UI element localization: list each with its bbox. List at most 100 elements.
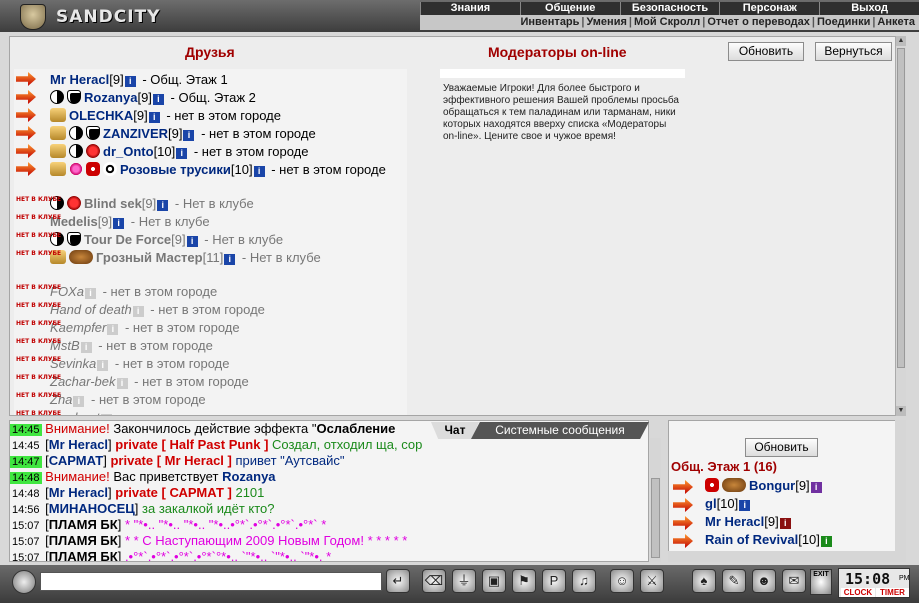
info-icon[interactable]: i [80,342,92,353]
friend-row[interactable]: Розовые трусики[10] i - нет в этом городе [14,161,386,179]
chat-time[interactable]: 14:48 [10,488,42,500]
chat-author[interactable]: Mr Heracl [49,485,108,500]
friend-name[interactable]: ZANZIVER [103,126,168,141]
chat-time[interactable]: 15:07 [10,536,42,548]
friend-name[interactable]: dr_Onto [103,144,154,159]
info-icon[interactable]: i [97,360,109,371]
friend-row[interactable]: НЕТ В КЛУБЕ Hand of death i - нет в этом г… [14,301,265,319]
chat-time[interactable]: 15:07 [10,552,42,561]
chat-time[interactable]: 14:48 [10,472,42,484]
clock-button[interactable]: CLOCK [841,588,875,597]
chat-private-target[interactable]: private [ Mr Heracl ] [110,453,235,468]
online-refresh-button[interactable]: Обновить [745,438,818,457]
friend-row[interactable]: НЕТ В КЛУБЕzamboati - нет в этом городе [14,409,233,415]
submenu-5[interactable]: Анкета [877,16,915,28]
info-icon[interactable]: i [810,482,822,493]
menu-4[interactable]: Выход [819,2,919,15]
menu-2[interactable]: Безопасность [619,2,720,15]
location-title[interactable]: Общ. Этаж 1 (16) [671,459,777,474]
online-user-name[interactable]: Mr Heracl [705,514,764,529]
friend-name[interactable]: Tour De Force [84,232,171,247]
submenu-1[interactable]: Умения [587,16,627,28]
friend-row[interactable]: ZANZIVER[9] i - нет в этом городе [14,125,316,143]
friend-row[interactable]: OLECHKA[9] i - нет в этом городе [14,107,281,125]
music-icon[interactable]: ♫ [572,569,596,593]
menu-0[interactable]: Знания [420,2,520,15]
submenu-3[interactable]: Отчет о переводах [707,16,810,28]
friend-row[interactable]: НЕТ В КЛУБЕ Zachar-bek i - нет в этом горо… [14,373,249,391]
info-icon[interactable]: i [113,218,125,229]
mask-icon[interactable]: ☻ [752,569,776,593]
friend-name[interactable]: Mr Heracl [50,72,109,87]
friend-name[interactable]: Розовые трусики [120,162,231,177]
scroll-up-icon[interactable]: ▲ [896,36,906,46]
private-icon[interactable]: P [542,569,566,593]
chat-time[interactable]: 14:45 [10,440,42,452]
friend-row[interactable]: Rozanya[9] i - Общ. Этаж 2 [14,89,256,107]
info-icon[interactable]: i [148,112,160,123]
online-scrollbar[interactable] [895,420,906,562]
friend-row[interactable]: НЕТ В КЛУБЕ Blind sek[9] i - Нет в клубе [14,195,254,213]
info-icon[interactable]: i [739,500,751,511]
filter-icon[interactable]: ⏚ [452,569,476,593]
bag-icon[interactable]: ✉ [782,569,806,593]
info-icon[interactable]: i [107,324,119,335]
online-user[interactable]: Rain of Revival[10] i [669,531,835,549]
info-icon[interactable]: i [176,148,188,159]
chat-time[interactable]: 14:45 [10,424,42,436]
friend-row[interactable]: НЕТ В КЛУБЕ FOXa i - нет в этом городе [14,283,217,301]
friend-row[interactable]: НЕТ В КЛУБЕ Tour De Force[9] i - Нет в клу… [14,231,283,249]
menu-3[interactable]: Персонаж [719,2,819,15]
clan-icon[interactable]: ⚔ [640,569,664,593]
send-icon[interactable]: ↵ [386,569,410,593]
online-user-name[interactable]: Rain of Revival [705,532,798,547]
chat-input[interactable] [40,572,382,591]
submenu-0[interactable]: Инвентарь [521,16,580,28]
chat-scrollbar[interactable] [650,438,661,562]
friend-row[interactable]: dr_Onto[10] i - нет в этом городе [14,143,308,161]
online-user[interactable]: Bongur[9] i [669,477,825,495]
speaker-icon[interactable] [12,570,36,594]
friend-row[interactable]: Mr Heracl[9] i - Общ. Этаж 1 [14,71,228,89]
online-horizontal-scrollbar[interactable] [668,551,896,562]
friend-name[interactable]: Rozanya [84,90,137,105]
submenu-4[interactable]: Поединки [817,16,870,28]
sandcity-logo[interactable]: SANDCITY [6,2,159,30]
friend-row[interactable]: НЕТ В КЛУБЕ Грозный Мастер[11] i - Нет в к… [14,249,321,267]
friend-row[interactable]: НЕТ В КЛУБЕ Sevinka i - нет в этом городе [14,355,229,373]
friend-row[interactable]: НЕТ В КЛУБЕ Zha i - нет в этом городе [14,391,206,409]
scroll-icon[interactable]: ✎ [722,569,746,593]
info-icon[interactable]: i [100,414,112,415]
info-icon[interactable]: i [186,236,198,247]
timer-button[interactable]: TIMER [876,588,909,597]
bottle-icon[interactable]: ♠ [692,569,716,593]
info-icon[interactable]: i [73,396,85,407]
refresh-button[interactable]: Обновить [728,42,804,61]
submenu-2[interactable]: Мой Скролл [634,16,700,28]
info-icon[interactable]: i [132,306,144,317]
friend-name[interactable]: Hand of death [50,302,132,317]
friend-row[interactable]: НЕТ В КЛУБЕ Kaempfer i - нет в этом городе [14,319,240,337]
info-icon[interactable]: i [157,200,169,211]
chat-time[interactable]: 14:47 [10,456,42,468]
exit-button[interactable]: EXIT [810,569,832,595]
scroll-down-icon[interactable]: ▼ [896,406,906,416]
chat-private-target[interactable]: private [ САРМАТ ] [115,485,235,500]
tab-chat[interactable]: Чат [431,422,479,439]
walk-icon[interactable]: ⚑ [512,569,536,593]
info-icon[interactable]: i [124,76,136,87]
main-scrollbar[interactable]: ▲ ▼ [895,36,906,416]
friend-name[interactable]: Грозный Мастер [96,250,203,265]
tab-system-messages[interactable]: Системные сообщения [471,422,649,439]
friend-name[interactable]: Blind sek [84,196,142,211]
chat-time[interactable]: 15:07 [10,520,42,532]
info-icon[interactable]: i [84,288,96,299]
chat-author[interactable]: МИНАНОСЕЦ [49,501,135,516]
info-icon[interactable]: i [820,536,832,547]
chat-time[interactable]: 14:56 [10,504,42,516]
online-user-name[interactable]: Bongur [749,478,795,493]
back-button[interactable]: Вернуться [815,42,892,61]
online-user-name[interactable]: gl [705,496,717,511]
chat-author[interactable]: Rozanya [222,469,275,484]
chat-author[interactable]: ПЛАМЯ БК [49,533,118,548]
